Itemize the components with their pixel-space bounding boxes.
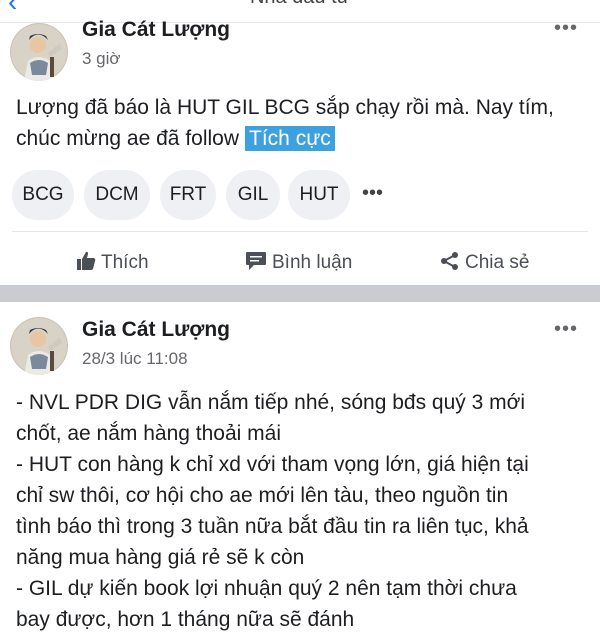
content-line: - GIL dự kiến book lợi nhuận quý 2 nên t… <box>16 577 517 600</box>
content-line: - NVL PDR DIG vẫn nắm tiếp nhé, sóng bđs… <box>16 391 526 414</box>
more-tags-icon[interactable]: ••• <box>362 170 383 220</box>
avatar[interactable] <box>10 317 68 375</box>
like-button[interactable]: Thích <box>76 243 149 283</box>
share-label: Chia sẻ <box>465 252 530 273</box>
comment-button[interactable]: Bình luận <box>245 243 352 283</box>
content-line: chốt, ae nắm hàng thoải mái <box>16 422 282 445</box>
content-line-text: chúc mừng ae đã follow <box>16 127 240 150</box>
content-line: chúc mừng ae đã follow Tích cực <box>16 123 591 154</box>
more-options-icon[interactable]: ••• <box>554 318 578 341</box>
ticker-tag[interactable]: HUT <box>288 170 350 220</box>
post-content: - NVL PDR DIG vẫn nắm tiếp nhé, sóng bđs… <box>16 387 591 635</box>
post-separator <box>0 285 600 302</box>
thumbs-up-icon <box>77 251 96 270</box>
content-line: chỉ sw thôi, cơ hội cho ae mới lên tàu, … <box>16 484 509 507</box>
sentiment-badge: Tích cực <box>245 126 335 151</box>
post-content: Lượng đã báo là HUT GIL BCG sắp chạy rồi… <box>16 92 591 154</box>
author-name[interactable]: Gia Cát Lượng <box>82 18 230 42</box>
divider <box>12 231 588 232</box>
ticker-tag[interactable]: GIL <box>226 170 280 220</box>
comment-icon <box>246 252 266 270</box>
content-line: bay được, hơn 1 tháng nữa sẽ đánh <box>16 608 355 631</box>
more-options-icon[interactable]: ••• <box>554 17 578 40</box>
content-line: năng mua hàng giá rẻ sẽ k còn <box>16 546 305 569</box>
post: Gia Cát Lượng 28/3 lúc 11:08 ••• - NVL P… <box>0 302 600 631</box>
post: Gia Cát Lượng 3 giờ ••• Lượng đã báo là … <box>0 17 600 285</box>
author-name[interactable]: Gia Cát Lượng <box>82 318 230 342</box>
ticker-tag[interactable]: BCG <box>12 170 74 220</box>
content-line: tình báo thì trong 3 tuần nữa bắt đầu ti… <box>16 515 529 538</box>
comment-label: Bình luận <box>272 252 353 273</box>
like-label: Thích <box>101 252 149 273</box>
share-icon <box>441 252 458 270</box>
ticker-tag[interactable]: DCM <box>84 170 150 220</box>
post-time[interactable]: 28/3 lúc 11:08 <box>82 349 188 369</box>
post-actions: Thích Bình luận Chia sẻ <box>0 243 600 283</box>
ticker-tag[interactable]: FRT <box>160 170 216 220</box>
content-line: - HUT con hàng k chỉ xd với tham vọng lớ… <box>16 453 529 476</box>
share-button[interactable]: Chia sẻ <box>440 243 529 283</box>
post-time[interactable]: 3 giờ <box>82 49 121 69</box>
page-title: Nhà đầu tư <box>0 0 600 9</box>
avatar[interactable] <box>10 23 68 81</box>
content-line: Lượng đã báo là HUT GIL BCG sắp chạy rồi… <box>16 96 554 119</box>
